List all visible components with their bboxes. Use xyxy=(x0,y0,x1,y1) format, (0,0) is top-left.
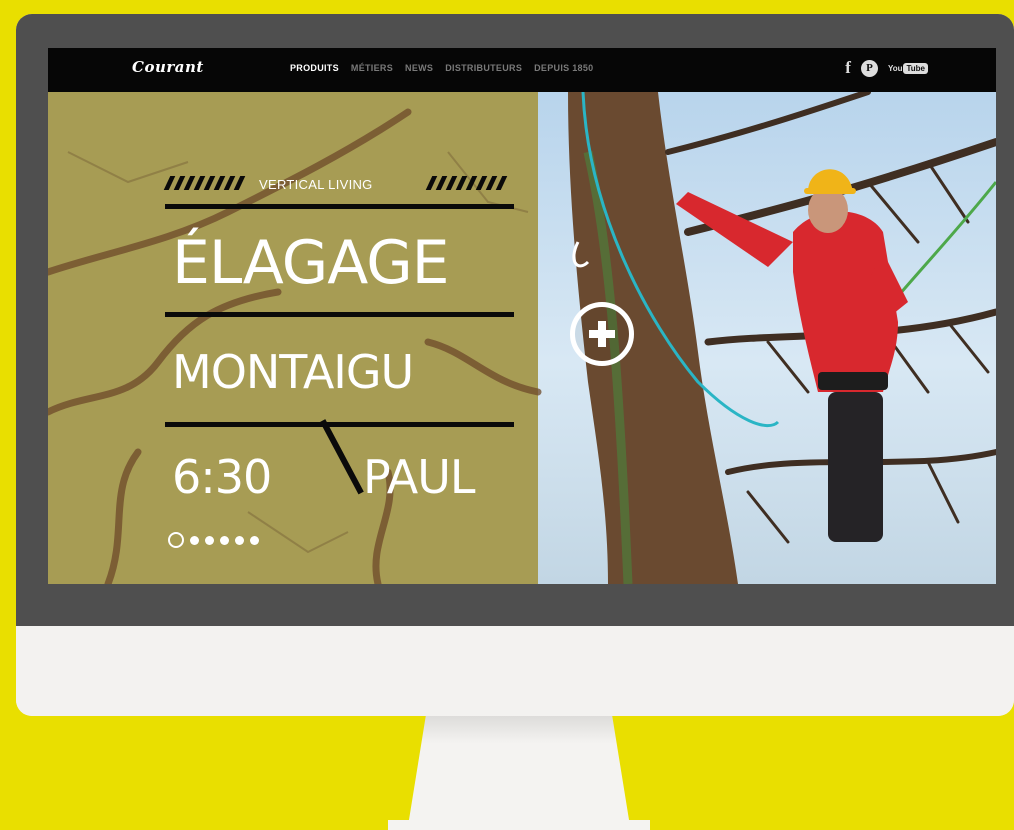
youtube-icon[interactable]: You Tube xyxy=(887,62,928,74)
youtube-you-text: You xyxy=(887,63,903,73)
monitor-stand-base xyxy=(388,820,650,830)
slide-dot[interactable] xyxy=(235,535,244,545)
slide-dot[interactable] xyxy=(205,535,214,545)
stripe-decoration-right xyxy=(425,176,508,192)
plus-circle-icon[interactable] xyxy=(570,302,634,366)
youtube-tube-text: Tube xyxy=(903,62,928,74)
tagline-row: VERTICAL LIVING xyxy=(163,174,510,194)
divider-line xyxy=(165,204,514,209)
hero-location: MONTAIGU xyxy=(172,345,414,399)
pinterest-icon[interactable]: P xyxy=(860,59,878,77)
stripe-decoration-left xyxy=(163,176,246,192)
monitor-bezel: Courant PRODUITS MÉTIERS NEWS DISTRIBUTE… xyxy=(16,14,1014,626)
monitor-chin xyxy=(16,626,1014,716)
slide-dot[interactable] xyxy=(250,535,259,545)
slide-dot-active[interactable] xyxy=(168,532,184,548)
monitor-stand-neck xyxy=(408,716,630,826)
nav-item-news[interactable]: NEWS xyxy=(405,63,433,73)
hero-illustration xyxy=(48,92,996,584)
slide-dot[interactable] xyxy=(190,535,199,545)
divider-line xyxy=(165,312,514,317)
website-screen: Courant PRODUITS MÉTIERS NEWS DISTRIBUTE… xyxy=(48,48,996,584)
brand-logo[interactable]: Courant xyxy=(132,58,204,76)
hero-person: PAUL xyxy=(363,450,476,504)
top-navbar: Courant PRODUITS MÉTIERS NEWS DISTRIBUTE… xyxy=(48,48,996,92)
hero-title: ÉLAGAGE xyxy=(172,228,450,298)
monitor: Courant PRODUITS MÉTIERS NEWS DISTRIBUTE… xyxy=(16,14,1014,716)
nav-item-produits[interactable]: PRODUITS xyxy=(290,63,339,73)
slide-pagination xyxy=(168,532,259,548)
nav-item-depuis-1850[interactable]: DEPUIS 1850 xyxy=(534,63,593,73)
slide-dot[interactable] xyxy=(220,535,229,545)
hero-time: 6:30 xyxy=(172,450,272,504)
nav-item-metiers[interactable]: MÉTIERS xyxy=(351,63,393,73)
hero-tagline: VERTICAL LIVING xyxy=(259,177,373,192)
facebook-icon[interactable]: f xyxy=(845,59,851,77)
hero-banner: VERTICAL LIVING ÉLAGAGE MONTAIGU 6:30 PA… xyxy=(48,92,996,584)
nav-item-distributeurs[interactable]: DISTRIBUTEURS xyxy=(445,63,522,73)
divider-line xyxy=(165,422,514,427)
nav-menu: PRODUITS MÉTIERS NEWS DISTRIBUTEURS DEPU… xyxy=(290,63,593,73)
social-links: f P You Tube xyxy=(845,59,928,77)
